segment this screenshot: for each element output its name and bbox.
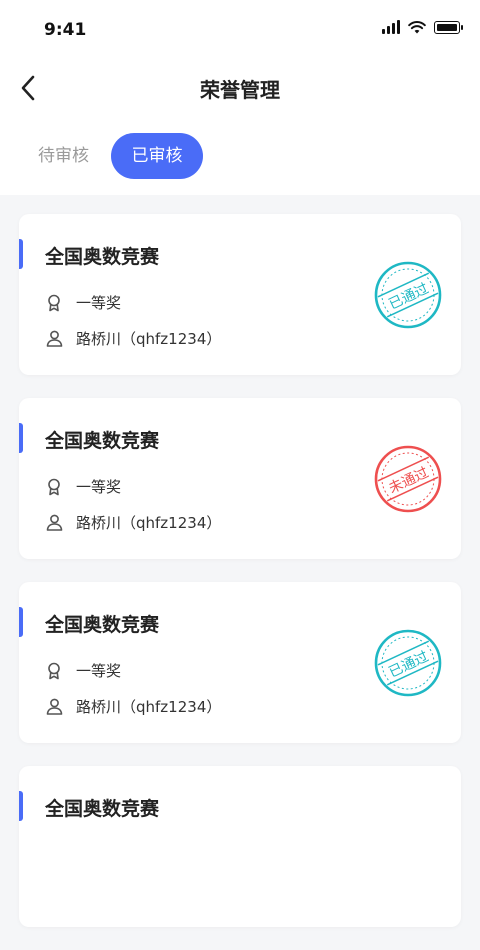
card-accent-bar [19,239,23,269]
approved-stamp-icon: 已通过 [374,629,442,697]
award-row: 一等奖 [45,660,121,681]
award-level: 一等奖 [76,294,122,312]
person-row: 路桥川（qhfz1234） [45,328,221,349]
honor-card[interactable]: 全国奥数竞赛 一等奖 路桥川（qhfz1234） 已通过 [19,214,461,375]
honor-list: 全国奥数竞赛 一等奖 路桥川（qhfz1234） 已通过 全国奥数竞赛 一等奖 … [19,214,461,950]
stamp-text: 未通过 [386,465,431,497]
stamp-text: 已通过 [386,281,431,313]
card-accent-bar [19,607,23,637]
award-level: 一等奖 [76,662,122,680]
card-title: 全国奥数竞赛 [45,798,160,820]
tab-bar: 待审核 已审核 [0,115,480,195]
status-bar: 9:41 [0,0,480,60]
card-title: 全国奥数竞赛 [45,614,160,636]
cellular-signal-icon [382,20,400,34]
person-row: 路桥川（qhfz1234） [45,512,221,533]
user-icon [45,330,63,348]
person-row: 路桥川（qhfz1234） [45,696,221,717]
card-title: 全国奥数竞赛 [45,246,160,268]
card-title: 全国奥数竞赛 [45,430,160,452]
award-icon [45,478,63,496]
user-icon [45,514,63,532]
person-name: 路桥川（qhfz1234） [76,330,222,348]
award-level: 一等奖 [76,478,122,496]
nav-bar: 荣誉管理 [0,60,480,115]
award-icon [45,662,63,680]
tab-pending-review[interactable]: 待审核 [38,133,89,179]
honor-card[interactable]: 全国奥数竞赛 一等奖 路桥川（qhfz1234） 未通过 [19,398,461,559]
person-name: 路桥川（qhfz1234） [76,514,222,532]
status-icons [382,20,463,34]
stamp-text: 已通过 [386,649,431,681]
card-accent-bar [19,423,23,453]
battery-icon [434,20,463,34]
user-icon [45,698,63,716]
person-name: 路桥川（qhfz1234） [76,698,222,716]
status-time: 9:41 [44,20,87,40]
tab-reviewed[interactable]: 已审核 [111,133,203,179]
award-icon [45,294,63,312]
approved-stamp-icon: 已通过 [374,261,442,329]
wifi-icon [408,21,426,34]
honor-card[interactable]: 全国奥数竞赛 一等奖 路桥川（qhfz1234） 已通过 [19,582,461,743]
award-row: 一等奖 [45,476,121,497]
page-title: 荣誉管理 [200,78,280,102]
rejected-stamp-icon: 未通过 [374,445,442,513]
card-accent-bar [19,791,23,821]
honor-card[interactable]: 全国奥数竞赛 [19,766,461,927]
award-row: 一等奖 [45,292,121,313]
